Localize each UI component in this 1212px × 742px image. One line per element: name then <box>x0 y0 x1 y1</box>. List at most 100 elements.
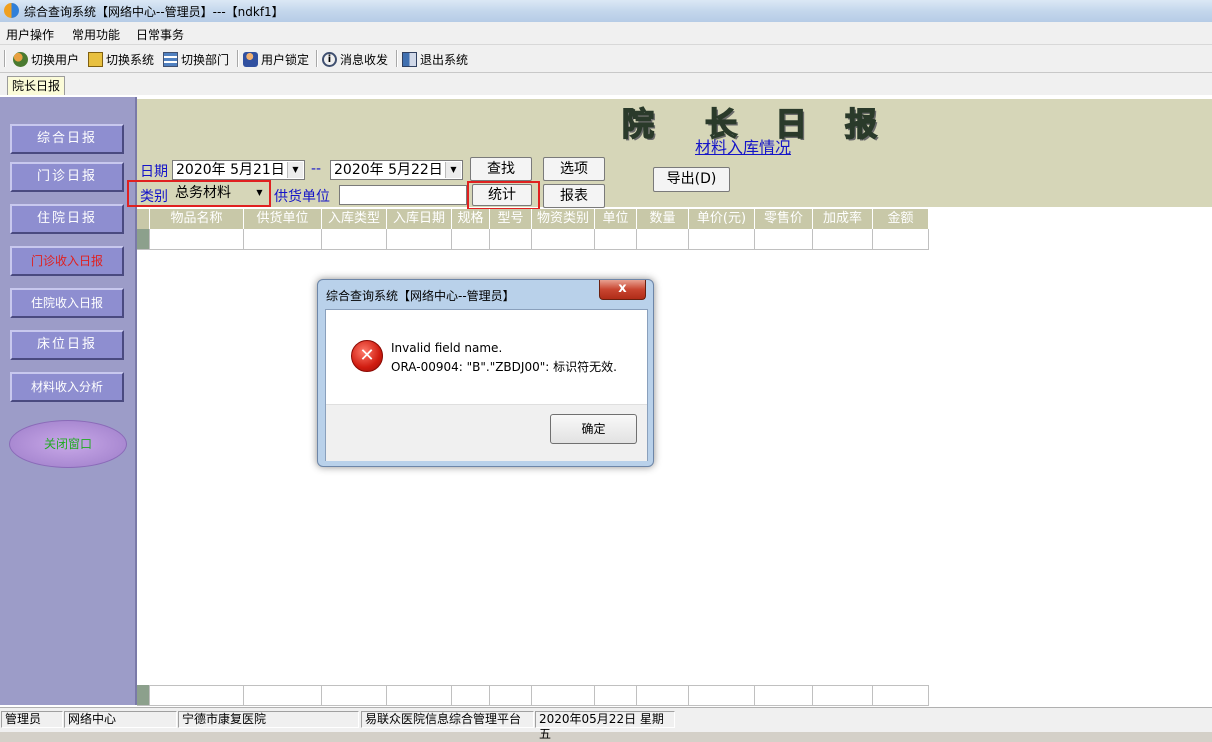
switch-system-button[interactable]: 切换系统 <box>88 51 154 67</box>
column-header[interactable]: 单位 <box>595 209 637 229</box>
date-to-picker[interactable]: 2020年 5月22日 ▼ <box>330 160 463 180</box>
supplier-input[interactable] <box>339 185 467 205</box>
sidebar-item-beds[interactable]: 床位日报 <box>10 330 124 360</box>
date-from-picker[interactable]: 2020年 5月21日 ▼ <box>172 160 305 180</box>
supplier-label: 供货单位 <box>274 189 330 205</box>
toolbar: 切换用户 切换系统 切换部门 用户锁定 i 消息收发 退出系统 <box>0 45 1212 73</box>
grid-cell <box>322 685 387 706</box>
column-header[interactable]: 供货单位 <box>244 209 322 229</box>
grid-corner <box>137 209 150 229</box>
grid-cell[interactable] <box>150 229 244 250</box>
grid-cell[interactable] <box>689 229 755 250</box>
status-platform: 易联众医院信息综合管理平台 <box>361 711 534 728</box>
exit-icon <box>402 51 417 67</box>
sidebar-item-summary[interactable]: 综合日报 <box>10 124 124 154</box>
title-bar: 综合查询系统【网络中心--管理员】---【ndkf1】 <box>0 0 1212 23</box>
column-header[interactable]: 金额 <box>873 209 929 229</box>
sidebar-item-outpatient[interactable]: 门诊日报 <box>10 162 124 192</box>
grid-cell <box>244 685 322 706</box>
exit-system-button[interactable]: 退出系统 <box>402 51 468 67</box>
sidebar-item-outpatient-income[interactable]: 门诊收入日报 <box>10 246 124 276</box>
messages-button[interactable]: i 消息收发 <box>322 51 388 67</box>
status-date: 2020年05月22日 星期五 <box>535 711 675 741</box>
options-button[interactable]: 选项 <box>543 157 605 181</box>
dialog-close-button[interactable]: x <box>599 280 646 300</box>
menu-user-ops[interactable]: 用户操作 <box>6 26 54 43</box>
column-header[interactable]: 零售价 <box>755 209 813 229</box>
column-header[interactable]: 入库类型 <box>322 209 387 229</box>
grid-cell[interactable] <box>637 229 689 250</box>
error-message-line1: Invalid field name. <box>391 341 503 355</box>
column-header[interactable]: 加成率 <box>813 209 873 229</box>
highlight-box-category <box>127 180 271 207</box>
window-title: 综合查询系统【网络中心--管理员】---【ndkf1】 <box>24 5 284 19</box>
page-title-char: 院 <box>621 104 655 144</box>
grid-cell[interactable] <box>532 229 595 250</box>
search-button[interactable]: 查找 <box>470 157 532 181</box>
error-message-line2: ORA-00904: "B"."ZBDJ00": 标识符无效. <box>391 360 617 374</box>
grid-cell[interactable] <box>452 229 490 250</box>
grid-cell[interactable] <box>755 229 813 250</box>
error-dialog: 综合查询系统【网络中心--管理员】 x ✕ Invalid field name… <box>317 279 654 467</box>
toolbar-separator <box>237 50 239 67</box>
grid-cell[interactable] <box>595 229 637 250</box>
user-lock-icon <box>243 51 258 67</box>
export-button[interactable]: 导出(D) <box>653 167 730 192</box>
chevron-down-icon[interactable]: ▼ <box>445 162 461 178</box>
menu-daily[interactable]: 日常事务 <box>136 26 184 43</box>
sidebar-item-inpatient-income[interactable]: 住院收入日报 <box>10 288 124 318</box>
grid-cell[interactable] <box>490 229 532 250</box>
info-icon: i <box>322 51 337 67</box>
report-header <box>137 99 1212 155</box>
grid-cell <box>532 685 595 706</box>
grid-cell <box>813 685 873 706</box>
column-header[interactable]: 数量 <box>637 209 689 229</box>
grid-cell[interactable] <box>873 229 929 250</box>
column-header[interactable]: 物资类别 <box>532 209 595 229</box>
status-department: 网络中心 <box>64 711 177 728</box>
row-indicator[interactable] <box>137 229 150 250</box>
grid-cell <box>873 685 929 706</box>
column-header[interactable]: 物品名称 <box>150 209 244 229</box>
ok-button[interactable]: 确定 <box>550 414 637 444</box>
grid-cell <box>755 685 813 706</box>
dialog-body: ✕ Invalid field name. ORA-00904: "B"."ZB… <box>325 309 648 461</box>
column-header[interactable]: 入库日期 <box>387 209 452 229</box>
tab-strip <box>0 73 1212 95</box>
column-header[interactable]: 规格 <box>452 209 490 229</box>
chevron-down-icon[interactable]: ▼ <box>287 162 303 178</box>
toolbar-separator <box>396 50 398 67</box>
grid-cell[interactable] <box>813 229 873 250</box>
toolbar-grip <box>4 50 6 67</box>
status-hospital: 宁德市康复医院 <box>178 711 359 728</box>
report-button[interactable]: 报表 <box>543 184 605 208</box>
close-window-button[interactable]: 关闭窗口 <box>9 420 127 468</box>
switch-user-button[interactable]: 切换用户 <box>13 51 79 67</box>
grid-cell <box>452 685 490 706</box>
users-icon <box>13 51 28 67</box>
grid-cell <box>490 685 532 706</box>
sidebar-item-inpatient[interactable]: 住院日报 <box>10 204 124 234</box>
sidebar-item-material-income[interactable]: 材料收入分析 <box>10 372 124 402</box>
menu-bar: 用户操作 常用功能 日常事务 <box>0 22 1212 45</box>
grid-cell <box>595 685 637 706</box>
status-user: 管理员 <box>1 711 63 728</box>
grid-cell[interactable] <box>322 229 387 250</box>
department-icon <box>163 51 178 67</box>
highlight-box-stats <box>467 181 540 210</box>
sidebar: 综合日报 门诊日报 住院日报 门诊收入日报 住院收入日报 床位日报 材料收入分析… <box>0 97 137 705</box>
column-header[interactable]: 单价(元) <box>689 209 755 229</box>
menu-common[interactable]: 常用功能 <box>72 26 120 43</box>
page-title-char: 报 <box>844 104 878 144</box>
dialog-title: 综合查询系统【网络中心--管理员】 <box>326 289 515 303</box>
summary-grid <box>137 685 929 706</box>
column-header[interactable]: 型号 <box>490 209 532 229</box>
tab-dean-daily-report[interactable]: 院长日报 <box>7 76 65 95</box>
grid-cell[interactable] <box>244 229 322 250</box>
close-icon: x <box>618 281 627 296</box>
switch-dept-button[interactable]: 切换部门 <box>163 51 229 67</box>
grid-cell[interactable] <box>387 229 452 250</box>
lock-user-button[interactable]: 用户锁定 <box>243 51 309 67</box>
grid-cell <box>689 685 755 706</box>
system-icon <box>88 51 103 67</box>
